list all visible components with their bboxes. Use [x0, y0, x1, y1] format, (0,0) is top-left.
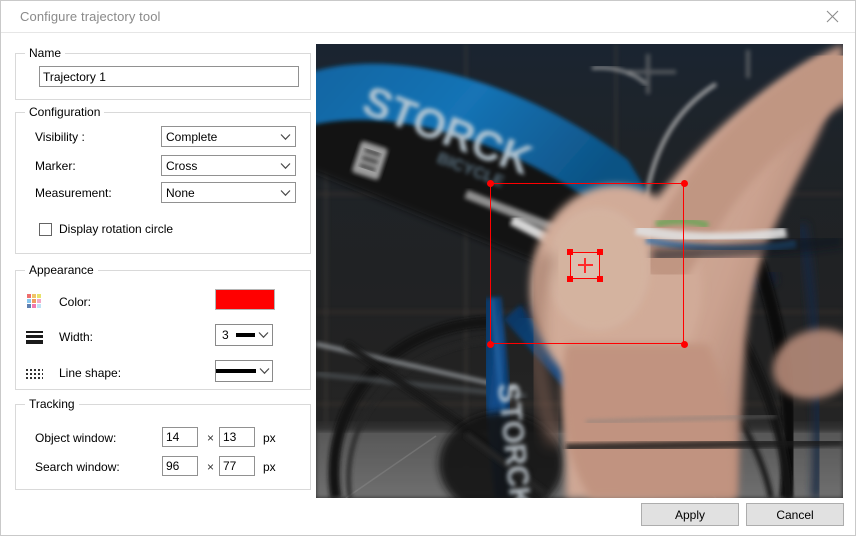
- apply-button[interactable]: Apply: [641, 503, 739, 526]
- width-label: Width:: [59, 330, 94, 344]
- line-shape-label: Line shape:: [59, 366, 122, 380]
- visibility-select[interactable]: Complete: [161, 126, 296, 147]
- color-label: Color:: [59, 295, 92, 309]
- name-group: Name: [15, 46, 311, 100]
- close-icon: [826, 10, 838, 23]
- title-bar: Configure trajectory tool: [1, 1, 855, 32]
- tracking-group: Tracking Object window: × px Search wind…: [15, 397, 311, 490]
- tracking-group-title: Tracking: [25, 397, 79, 411]
- chevron-down-icon: [275, 162, 295, 170]
- object-window-label: Object window:: [35, 431, 117, 445]
- name-group-title: Name: [25, 46, 66, 60]
- appearance-group: Appearance Color: Width: 3 Line shape:: [15, 263, 311, 390]
- search-window-height-input[interactable]: [219, 456, 255, 476]
- search-window-separator: ×: [207, 460, 215, 474]
- checkbox-box: [39, 222, 52, 236]
- trajectory-name-input[interactable]: [39, 66, 299, 87]
- width-value: 3: [222, 328, 229, 342]
- window-title: Configure trajectory tool: [20, 9, 161, 24]
- appearance-group-title: Appearance: [25, 263, 98, 277]
- line-shape-icon: [26, 365, 44, 383]
- configuration-group-title: Configuration: [25, 105, 105, 119]
- search-window-unit: px: [263, 460, 276, 474]
- marker-value: Cross: [166, 158, 198, 173]
- chevron-down-icon: [275, 133, 295, 141]
- object-window-unit: px: [263, 431, 276, 445]
- search-window-width-input[interactable]: [162, 456, 198, 476]
- video-preview-panel[interactable]: STORCK BICYCLE STORCK: [316, 44, 843, 498]
- line-width-icon: [26, 328, 44, 346]
- object-window-height-input[interactable]: [219, 427, 255, 447]
- object-window-separator: ×: [207, 431, 215, 445]
- configuration-group: Configuration Visibility : Complete Mark…: [15, 105, 311, 254]
- width-select[interactable]: 3: [215, 324, 273, 346]
- line-shape-select[interactable]: [215, 360, 273, 382]
- chevron-down-icon: [256, 367, 272, 375]
- measurement-value: None: [166, 185, 195, 200]
- search-window-label: Search window:: [35, 460, 120, 474]
- configure-trajectory-dialog: Configure trajectory tool Name Configura…: [0, 0, 856, 536]
- marker-label: Marker:: [35, 159, 76, 173]
- display-rotation-circle-checkbox[interactable]: Display rotation circle: [39, 222, 173, 236]
- measurement-select[interactable]: None: [161, 182, 296, 203]
- object-window-width-input[interactable]: [162, 427, 198, 447]
- title-divider: [1, 32, 855, 33]
- measurement-label: Measurement:: [35, 186, 112, 200]
- color-swatch[interactable]: [215, 289, 275, 310]
- display-rotation-circle-label: Display rotation circle: [59, 222, 174, 236]
- visibility-label: Visibility :: [35, 130, 85, 144]
- chevron-down-icon: [255, 331, 272, 339]
- cancel-button[interactable]: Cancel: [746, 503, 844, 526]
- palette-icon: [26, 292, 44, 310]
- preview-image: STORCK BICYCLE STORCK: [316, 44, 843, 498]
- close-button[interactable]: [809, 1, 855, 32]
- visibility-value: Complete: [166, 129, 218, 144]
- line-shape-preview: [216, 369, 256, 373]
- marker-select[interactable]: Cross: [161, 155, 296, 176]
- width-preview-line: [235, 333, 255, 337]
- chevron-down-icon: [275, 189, 295, 197]
